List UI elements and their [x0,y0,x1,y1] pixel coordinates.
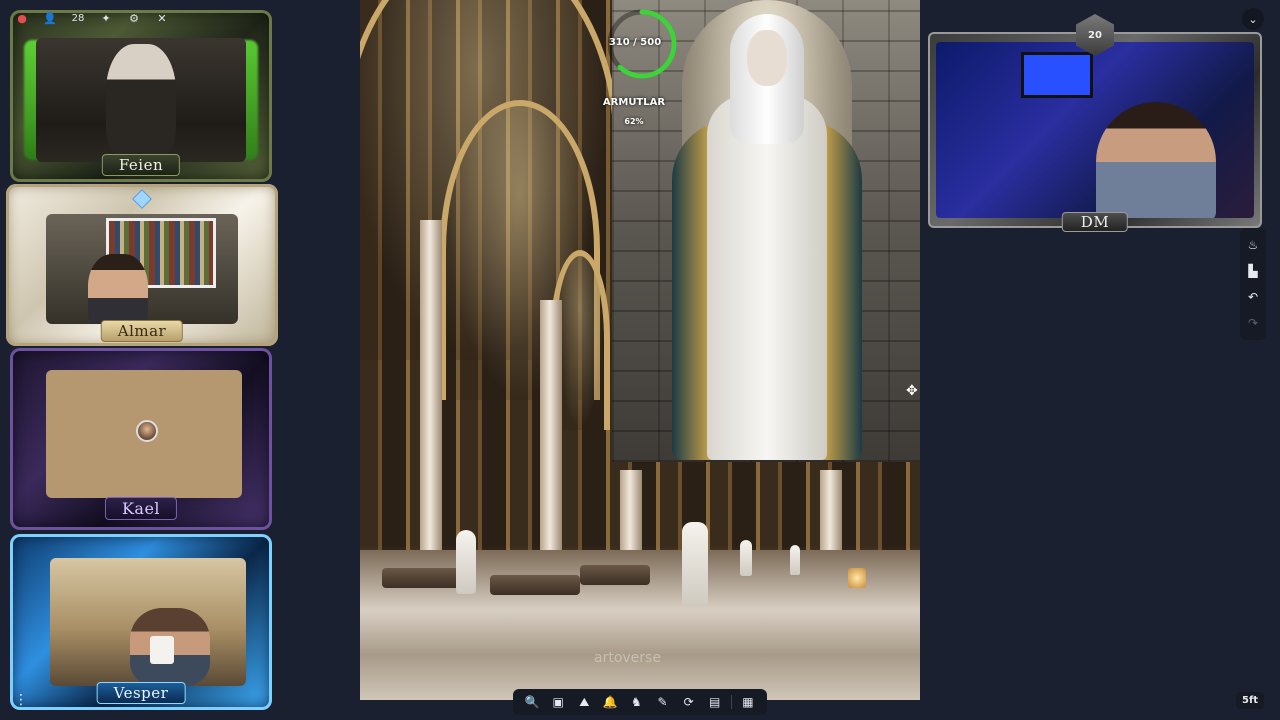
vtt-window: ● 👤 28 ✦ ⚙ ✕ Feien Almar Kael Vesper art… [0,0,1280,720]
mug [150,636,174,664]
robed-figure [790,545,800,575]
grid-icon[interactable]: ✦ [98,10,114,26]
more-menu-icon[interactable]: ⋮ [14,692,28,708]
dm-webcam-feed [936,42,1254,218]
creature-icon[interactable]: ♞ [626,692,646,712]
floor-lamp [848,568,866,588]
library-sofa [490,575,580,595]
search-icon[interactable]: 🔍 [522,692,542,712]
image-icon[interactable]: ▣ [548,692,568,712]
bell-icon[interactable]: 🔔 [600,692,620,712]
right-toolbar: ♨ ▙ ↶ ↷ [1240,228,1266,340]
image-watermark: artoverse [594,650,661,666]
undo-icon[interactable]: ↶ [1243,287,1263,307]
library-pillar [420,220,442,580]
player-nameplate: Feien [101,154,181,176]
token-name: ARMUTLAR [602,97,666,108]
chevron-down-icon[interactable]: ⌄ [1242,8,1264,30]
player-frame-feien[interactable]: Feien [10,10,272,182]
player-nameplate: Vesper [96,682,186,704]
record-dot-icon[interactable]: ● [14,10,30,26]
dm-webcam[interactable]: 20 DM [928,14,1262,232]
dm-nameplate: DM [1061,212,1129,232]
bottom-toolbar: 🔍 ▣ ⛰ 🔔 ♞ ✎ ⟳ ▤ ▦ [513,689,767,715]
library-sofa [580,565,650,585]
apps-icon[interactable]: ▦ [738,692,758,712]
robed-figure [456,530,476,594]
avatar [136,420,158,442]
refresh-icon[interactable]: ⟳ [679,692,699,712]
player-webcam-feed [46,214,238,324]
terrain-icon[interactable]: ⛰ [574,692,594,712]
token-hp-ring[interactable]: 310 / 500 [608,4,678,84]
player-webcam-feed [36,38,246,162]
players-icon[interactable]: 28 [70,10,86,26]
move-cursor-icon: ✥ [906,383,918,399]
robed-figure [682,522,708,606]
mini-toolbar: ● 👤 28 ✦ ⚙ ✕ [14,8,170,28]
elf-head [747,30,787,86]
chart-icon[interactable]: ▙ [1243,261,1263,281]
token-percent: 62% [624,117,644,126]
notes-icon[interactable]: ▤ [705,692,725,712]
player-frame-kael[interactable]: Kael [10,348,272,530]
redo-icon[interactable]: ↷ [1243,313,1263,333]
player-frame-almar[interactable]: Almar [6,184,278,346]
library-sofa [382,568,462,588]
dm-portrait [1096,102,1216,218]
player-nameplate: Kael [104,497,178,520]
grid-scale-badge[interactable]: 5ft [1236,692,1265,709]
draw-icon[interactable]: ✎ [653,692,673,712]
robed-figure [740,540,752,576]
player-nameplate: Almar [100,320,184,342]
fire-icon[interactable]: ♨ [1243,235,1263,255]
hp-value: 310 / 500 [608,37,662,48]
monitor [1021,52,1093,98]
close-icon[interactable]: ✕ [154,10,170,26]
player-webcam-feed [50,558,246,686]
elf-robe [707,95,827,460]
player-portrait [88,254,148,324]
player-frame-vesper[interactable]: Vesper [10,534,272,710]
user-icon[interactable]: 👤 [42,10,58,26]
settings-icon[interactable]: ⚙ [126,10,142,26]
library-pillar [540,300,562,580]
toolbar-separator [730,695,732,709]
player-portrait [106,44,176,162]
players-count: 28 [71,12,85,24]
